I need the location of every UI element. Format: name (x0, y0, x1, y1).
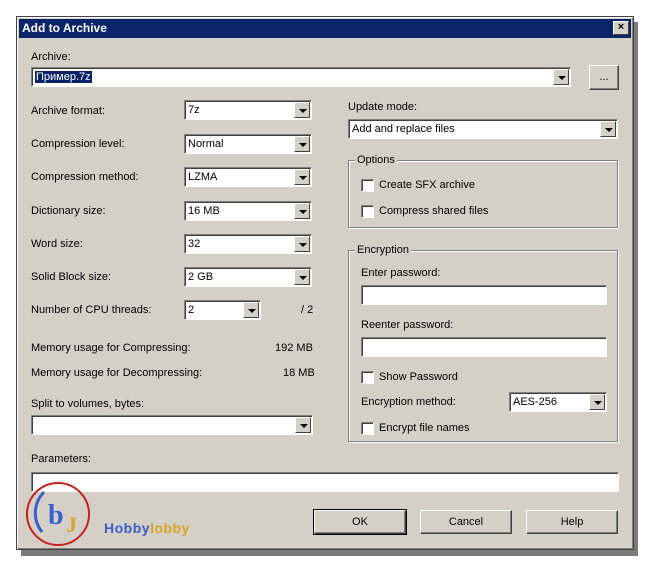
watermark-text-b: lobby (150, 520, 190, 536)
close-icon: × (617, 21, 625, 33)
parameters-label: Parameters: (31, 453, 91, 465)
help-button[interactable]: Help (526, 510, 618, 534)
enter-password-label: Enter password: (361, 267, 441, 279)
compress-shared-checkbox[interactable] (361, 205, 374, 218)
dictionary-size-value: 16 MB (188, 205, 220, 217)
dictionary-size-label: Dictionary size: (31, 205, 106, 217)
chevron-down-icon[interactable] (294, 169, 310, 185)
archive-format-label: Archive format: (31, 105, 105, 117)
encryption-method-select[interactable]: AES-256 (509, 392, 607, 412)
show-password-label[interactable]: Show Password (379, 371, 458, 383)
chevron-down-icon[interactable] (294, 136, 310, 152)
ok-button[interactable]: OK (313, 509, 407, 535)
chevron-down-icon[interactable] (294, 269, 310, 285)
title-bar: Add to Archive × (19, 19, 631, 38)
chevron-down-icon[interactable] (553, 69, 569, 85)
chevron-down-icon[interactable] (600, 121, 616, 137)
add-to-archive-dialog: Add to Archive × Archive: Пример.7z ... … (16, 16, 634, 550)
encrypt-names-checkbox[interactable] (361, 422, 374, 435)
svg-text:J: J (66, 512, 77, 537)
compression-level-label: Compression level: (31, 138, 125, 150)
update-mode-select[interactable]: Add and replace files (348, 119, 618, 139)
options-legend: Options (355, 154, 397, 166)
watermark-logo-icon: b J (26, 482, 90, 546)
watermark-text: Hobbylobby (104, 520, 190, 536)
show-password-checkbox[interactable] (361, 371, 374, 384)
svg-text:b: b (48, 500, 64, 531)
encryption-method-value: AES-256 (513, 396, 558, 408)
solid-block-size-label: Solid Block size: (31, 271, 112, 283)
archive-path-combo[interactable]: Пример.7z (31, 67, 571, 87)
archive-label: Archive: (31, 51, 71, 63)
password-input[interactable] (361, 285, 607, 305)
archive-format-select[interactable]: 7z (184, 100, 312, 120)
split-volumes-label: Split to volumes, bytes: (31, 398, 145, 410)
compression-method-value: LZMA (188, 171, 218, 183)
browse-button[interactable]: ... (589, 65, 619, 90)
hobbylobby-watermark: b J Hobbylobby (22, 474, 202, 554)
chevron-down-icon[interactable] (243, 302, 259, 318)
reenter-password-label: Reenter password: (361, 319, 454, 331)
compression-method-label: Compression method: (31, 171, 139, 183)
reenter-password-input[interactable] (361, 337, 607, 357)
watermark-text-a: Hobby (104, 520, 151, 536)
cancel-button[interactable]: Cancel (420, 510, 512, 534)
update-mode-label: Update mode: (348, 101, 418, 113)
update-mode-value: Add and replace files (352, 123, 455, 135)
compression-level-select[interactable]: Normal (184, 134, 312, 154)
compression-level-value: Normal (188, 138, 224, 150)
encryption-group: Encryption Enter password: Reenter passw… (348, 244, 618, 442)
options-group: Options Create SFX archive Compress shar… (348, 154, 618, 228)
chevron-down-icon[interactable] (295, 417, 311, 433)
memory-compress-value: 192 MB (275, 342, 313, 354)
encrypt-names-label[interactable]: Encrypt file names (379, 422, 469, 434)
chevron-down-icon[interactable] (294, 236, 310, 252)
encryption-legend: Encryption (355, 244, 411, 256)
cpu-threads-select[interactable]: 2 (184, 300, 261, 320)
dictionary-size-select[interactable]: 16 MB (184, 201, 312, 221)
word-size-select[interactable]: 32 (184, 234, 312, 254)
compress-shared-label[interactable]: Compress shared files (379, 205, 488, 217)
memory-compress-label: Memory usage for Compressing: (31, 342, 191, 354)
archive-format-value: 7z (188, 104, 200, 116)
create-sfx-checkbox[interactable] (361, 179, 374, 192)
encryption-method-label: Encryption method: (361, 396, 456, 408)
solid-block-size-value: 2 GB (188, 271, 214, 283)
solid-block-size-select[interactable]: 2 GB (184, 267, 312, 287)
cpu-threads-max: / 2 (301, 304, 314, 316)
cpu-threads-label: Number of CPU threads: (31, 304, 152, 316)
create-sfx-label[interactable]: Create SFX archive (379, 179, 475, 191)
memory-decompress-label: Memory usage for Decompressing: (31, 367, 203, 379)
split-volumes-combo[interactable] (31, 415, 313, 435)
word-size-label: Word size: (31, 238, 83, 250)
archive-path-value: Пример.7z (35, 71, 92, 83)
window-title: Add to Archive (22, 21, 107, 35)
word-size-value: 32 (188, 238, 201, 250)
compression-method-select[interactable]: LZMA (184, 167, 312, 187)
memory-decompress-value: 18 MB (283, 367, 315, 379)
chevron-down-icon[interactable] (589, 394, 605, 410)
chevron-down-icon[interactable] (294, 203, 310, 219)
close-button[interactable]: × (613, 21, 629, 35)
cpu-threads-value: 2 (188, 304, 195, 316)
chevron-down-icon[interactable] (294, 102, 310, 118)
